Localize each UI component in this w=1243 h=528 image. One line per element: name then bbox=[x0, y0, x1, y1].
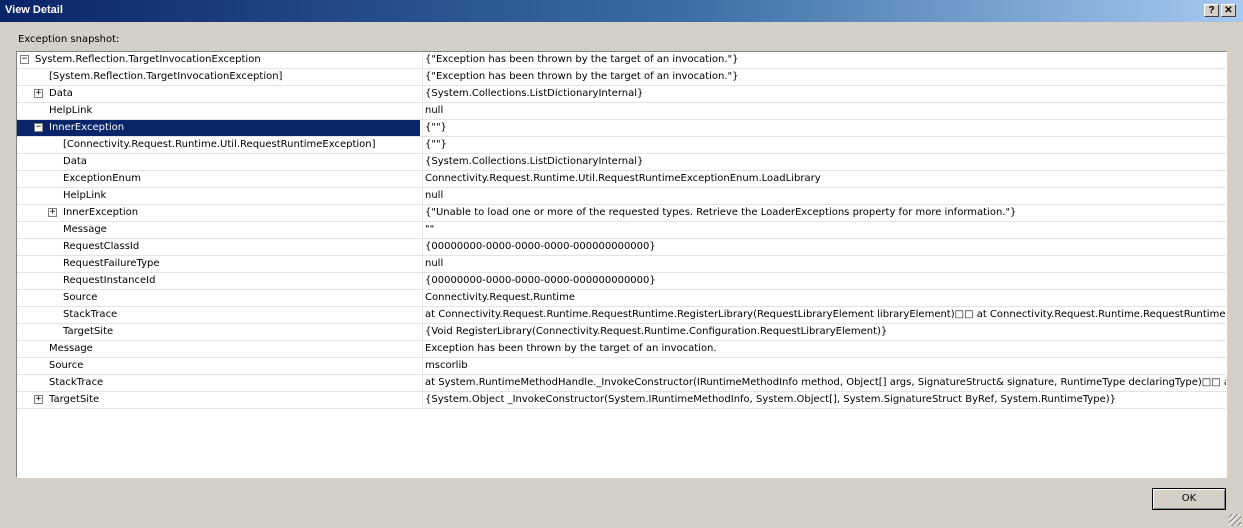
property-name-cell: RequestClassId bbox=[17, 239, 420, 255]
property-value: null bbox=[422, 188, 1226, 204]
property-name-cell: − System.Reflection.TargetInvocationExcep… bbox=[17, 52, 420, 68]
property-name: [Connectivity.Request.Runtime.Util.Reque… bbox=[63, 139, 376, 150]
property-name: Source bbox=[49, 360, 84, 371]
exception-snapshot-label: Exception snapshot: bbox=[18, 34, 120, 45]
property-row[interactable]: Source Connectivity.Request.Runtime bbox=[17, 290, 1226, 307]
property-name-cell: Data bbox=[17, 154, 420, 170]
property-name-cell: Source bbox=[17, 290, 420, 306]
property-name-cell: StackTrace bbox=[17, 307, 420, 323]
property-name: HelpLink bbox=[49, 105, 93, 116]
title-bar[interactable]: View Detail ? ✕ bbox=[0, 0, 1243, 22]
property-row[interactable]: HelpLink null bbox=[17, 103, 1226, 120]
property-name-cell: + TargetSite bbox=[17, 392, 420, 408]
property-value: {""} bbox=[422, 120, 1226, 136]
property-value: {00000000-0000-0000-0000-000000000000} bbox=[422, 239, 1226, 255]
property-value: {00000000-0000-0000-0000-000000000000} bbox=[422, 273, 1226, 289]
property-row[interactable]: Message "" bbox=[17, 222, 1226, 239]
property-row[interactable]: RequestClassId {00000000-0000-0000-0000-0… bbox=[17, 239, 1226, 256]
property-name-cell: + Data bbox=[17, 86, 420, 102]
property-row[interactable]: − InnerException {""} bbox=[17, 120, 1226, 137]
close-button[interactable]: ✕ bbox=[1221, 4, 1236, 17]
collapse-icon[interactable]: − bbox=[34, 123, 43, 132]
property-name-cell: TargetSite bbox=[17, 324, 420, 340]
property-value: {System.Collections.ListDictionaryIntern… bbox=[422, 86, 1226, 102]
property-value: {System.Collections.ListDictionaryIntern… bbox=[422, 154, 1226, 170]
property-name-cell: [System.Reflection.TargetInvocationExcep… bbox=[17, 69, 420, 85]
property-row[interactable]: RequestInstanceId {00000000-0000-0000-000… bbox=[17, 273, 1226, 290]
property-name-cell: StackTrace bbox=[17, 375, 420, 391]
property-row[interactable]: Data {System.Collections.ListDictionaryIn… bbox=[17, 154, 1226, 171]
property-row[interactable]: Source mscorlib bbox=[17, 358, 1226, 375]
property-name-cell: − InnerException bbox=[17, 120, 420, 136]
help-button[interactable]: ? bbox=[1204, 4, 1219, 17]
property-row[interactable]: ExceptionEnum Connectivity.Request.Runtim… bbox=[17, 171, 1226, 188]
property-value: {""} bbox=[422, 137, 1226, 153]
property-row[interactable]: TargetSite {Void RegisterLibrary(Connecti… bbox=[17, 324, 1226, 341]
property-value: Exception has been thrown by the target … bbox=[422, 341, 1226, 357]
ok-button[interactable]: OK bbox=[1152, 488, 1226, 510]
property-name-cell: HelpLink bbox=[17, 103, 420, 119]
property-name: Message bbox=[63, 224, 107, 235]
property-name-cell: RequestFailureType bbox=[17, 256, 420, 272]
property-name: RequestInstanceId bbox=[63, 275, 156, 286]
expand-icon[interactable]: + bbox=[34, 89, 43, 98]
property-name: InnerException bbox=[49, 122, 125, 133]
property-name: System.Reflection.TargetInvocationExcept… bbox=[35, 54, 261, 65]
property-value: "" bbox=[422, 222, 1226, 238]
property-value: {"Unable to load one or more of the requ… bbox=[422, 205, 1226, 221]
expand-icon[interactable]: + bbox=[48, 208, 57, 217]
property-value: {"Exception has been thrown by the targe… bbox=[422, 52, 1226, 68]
property-name: TargetSite bbox=[63, 326, 114, 337]
property-name-cell: [Connectivity.Request.Runtime.Util.Reque… bbox=[17, 137, 420, 153]
property-name-cell: Message bbox=[17, 222, 420, 238]
property-name-cell: RequestInstanceId bbox=[17, 273, 420, 289]
property-name: RequestClassId bbox=[63, 241, 140, 252]
property-row[interactable]: StackTrace at Connectivity.Request.Runti… bbox=[17, 307, 1226, 324]
property-name: HelpLink bbox=[63, 190, 107, 201]
property-name: ExceptionEnum bbox=[63, 173, 141, 184]
property-name-cell: ExceptionEnum bbox=[17, 171, 420, 187]
resize-grip[interactable] bbox=[1229, 514, 1241, 526]
property-name: StackTrace bbox=[63, 309, 118, 320]
property-row[interactable]: + TargetSite {System.Object _InvokeConstru… bbox=[17, 392, 1226, 409]
property-name: Data bbox=[49, 88, 73, 99]
property-value: mscorlib bbox=[422, 358, 1226, 374]
window-title: View Detail bbox=[5, 4, 63, 16]
property-row[interactable]: HelpLink null bbox=[17, 188, 1226, 205]
property-value: null bbox=[422, 103, 1226, 119]
property-name: StackTrace bbox=[49, 377, 104, 388]
property-row[interactable]: [System.Reflection.TargetInvocationExcep… bbox=[17, 69, 1226, 86]
property-value: {System.Object _InvokeConstructor(System… bbox=[422, 392, 1226, 408]
property-value: at Connectivity.Request.Runtime.RequestR… bbox=[422, 307, 1226, 323]
property-value: null bbox=[422, 256, 1226, 272]
property-name: Source bbox=[63, 292, 98, 303]
property-name: RequestFailureType bbox=[63, 258, 160, 269]
property-row[interactable]: + InnerException {"Unable to load one or m… bbox=[17, 205, 1226, 222]
property-name-cell: + InnerException bbox=[17, 205, 420, 221]
property-name: TargetSite bbox=[49, 394, 100, 405]
property-name-cell: Source bbox=[17, 358, 420, 374]
property-name: Message bbox=[49, 343, 93, 354]
expand-icon[interactable]: + bbox=[34, 395, 43, 404]
property-row[interactable]: − System.Reflection.TargetInvocationExcep… bbox=[17, 52, 1226, 69]
property-row[interactable]: [Connectivity.Request.Runtime.Util.Reque… bbox=[17, 137, 1226, 154]
property-row[interactable]: RequestFailureType null bbox=[17, 256, 1226, 273]
property-value: at System.RuntimeMethodHandle._InvokeCon… bbox=[422, 375, 1226, 391]
property-row[interactable]: Message Exception has been thrown by the … bbox=[17, 341, 1226, 358]
property-value: Connectivity.Request.Runtime bbox=[422, 290, 1226, 306]
property-value: {"Exception has been thrown by the targe… bbox=[422, 69, 1226, 85]
property-value: Connectivity.Request.Runtime.Util.Reques… bbox=[422, 171, 1226, 187]
property-name: InnerException bbox=[63, 207, 139, 218]
property-row[interactable]: StackTrace at System.RuntimeMethodHandle… bbox=[17, 375, 1226, 392]
collapse-icon[interactable]: − bbox=[20, 55, 29, 64]
exception-property-grid[interactable]: − System.Reflection.TargetInvocationExcep… bbox=[16, 51, 1227, 478]
property-name-cell: HelpLink bbox=[17, 188, 420, 204]
property-row[interactable]: + Data {System.Collections.ListDictionaryI… bbox=[17, 86, 1226, 103]
property-name: [System.Reflection.TargetInvocationExcep… bbox=[49, 71, 283, 82]
property-name-cell: Message bbox=[17, 341, 420, 357]
property-value: {Void RegisterLibrary(Connectivity.Reque… bbox=[422, 324, 1226, 340]
property-name: Data bbox=[63, 156, 87, 167]
